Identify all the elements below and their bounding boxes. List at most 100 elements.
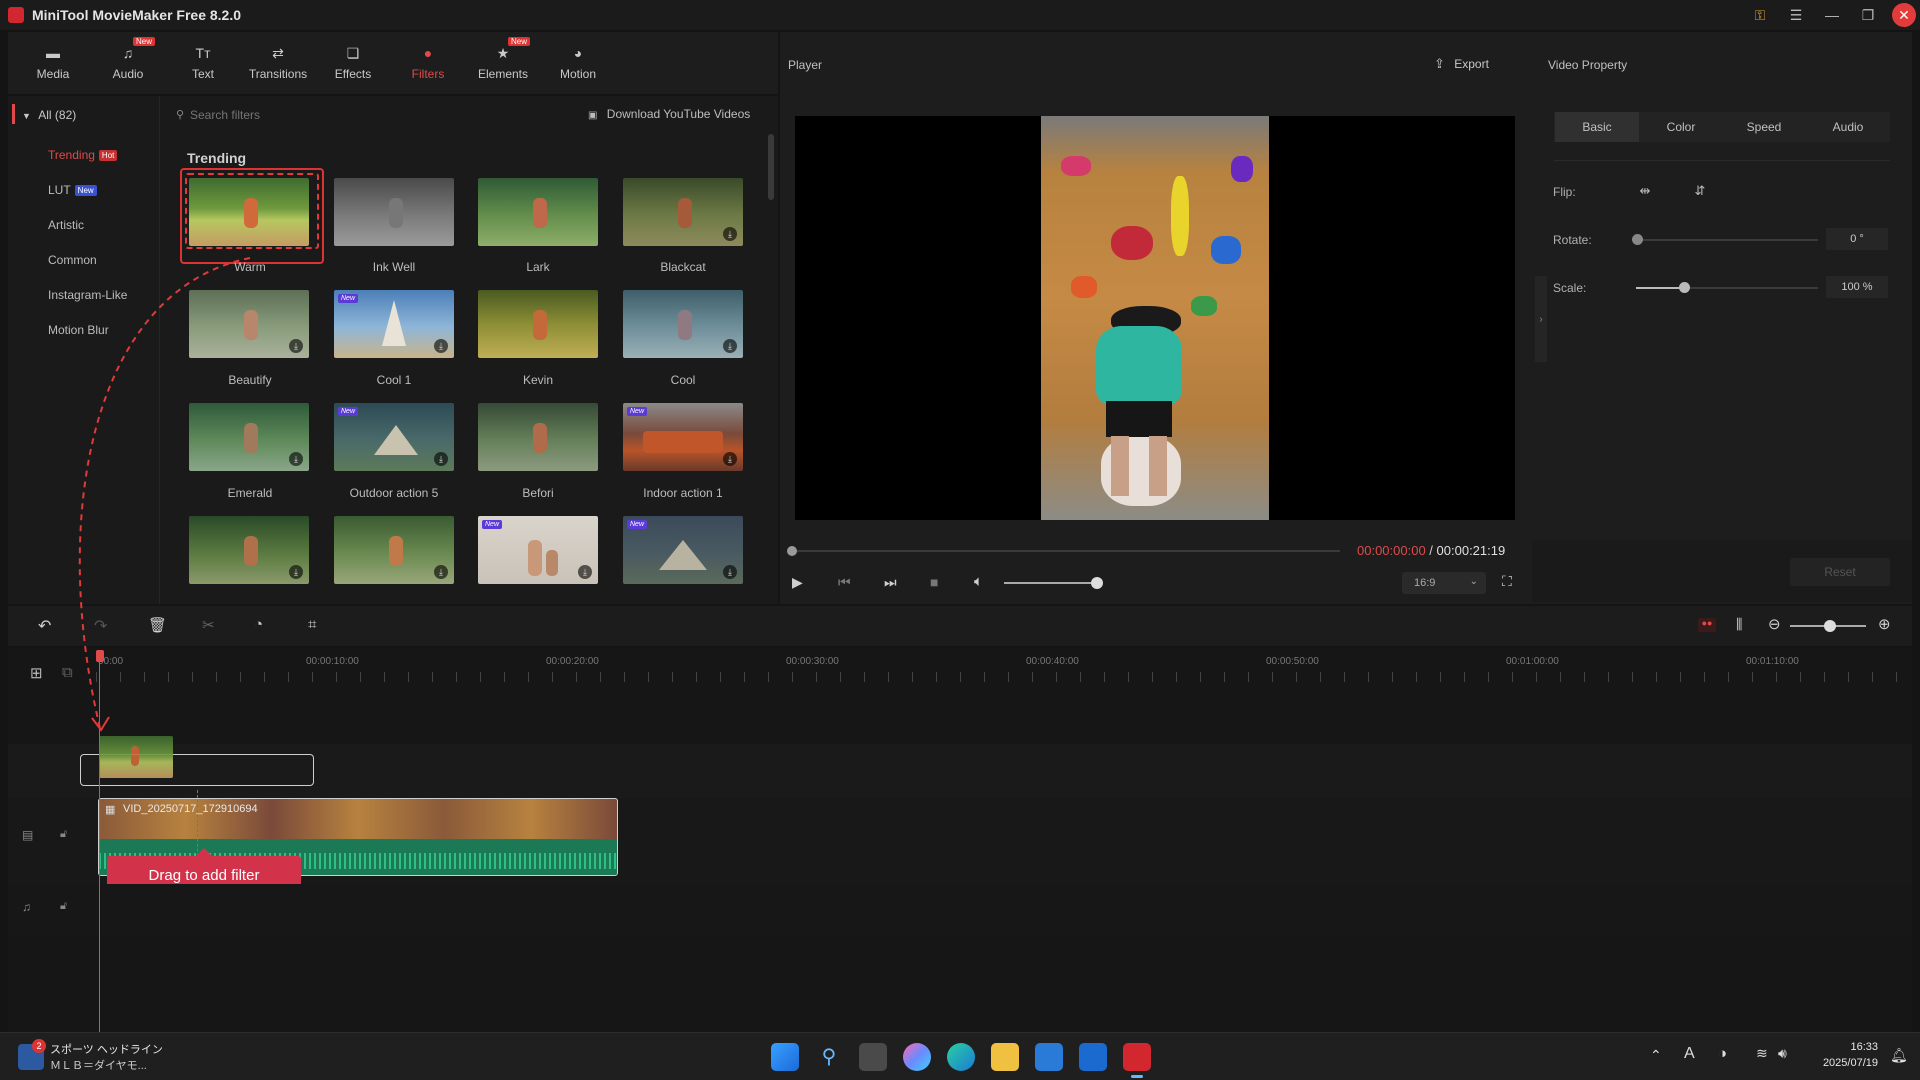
- task-view-icon[interactable]: [859, 1043, 887, 1071]
- tab-speed[interactable]: Speed: [1722, 112, 1806, 142]
- fullscreen-button[interactable]: ⛶: [1502, 573, 1512, 590]
- filter-thumb[interactable]: ⤓: [189, 516, 309, 584]
- rotate-slider[interactable]: [1636, 239, 1818, 241]
- collapse-panel-handle[interactable]: ›: [1535, 276, 1547, 362]
- stop-button[interactable]: ■: [930, 574, 938, 590]
- export-button[interactable]: ⇪ Export: [1434, 56, 1489, 72]
- zoom-handle[interactable]: [1824, 620, 1836, 632]
- input-mode-icon[interactable]: ◑: [1718, 1045, 1727, 1062]
- rotate-input[interactable]: 0 °: [1826, 228, 1888, 250]
- file-explorer-icon[interactable]: [991, 1043, 1019, 1071]
- tab-effects[interactable]: ❏ Effects: [316, 32, 390, 94]
- crop-icon[interactable]: ⌗: [308, 616, 316, 633]
- maximize-button[interactable]: ❐: [1850, 0, 1886, 30]
- tab-text[interactable]: Tт Text: [166, 32, 240, 94]
- play-button[interactable]: ▶: [792, 574, 803, 591]
- tab-basic[interactable]: Basic: [1555, 112, 1639, 142]
- download-icon[interactable]: ⤓: [289, 339, 303, 353]
- tab-audio-property[interactable]: Audio: [1806, 112, 1890, 142]
- filter-thumb-lark[interactable]: [478, 178, 598, 246]
- tab-transitions[interactable]: ⇄ Transitions: [241, 32, 315, 94]
- search-taskbar-icon[interactable]: ⚲: [815, 1043, 843, 1071]
- download-icon[interactable]: ⤓: [434, 565, 448, 579]
- split-icon[interactable]: ✂: [202, 616, 215, 634]
- edge-icon[interactable]: [947, 1043, 975, 1071]
- tab-motion[interactable]: ◕ Motion: [541, 32, 615, 94]
- filter-thumb-outdoor-action-5[interactable]: New ⤓: [334, 403, 454, 471]
- filter-thumb-beautify[interactable]: ⤓: [189, 290, 309, 358]
- clock-date[interactable]: 2025/07/19: [1808, 1057, 1878, 1069]
- category-motion-blur[interactable]: Motion Blur: [48, 323, 109, 337]
- news-subtitle[interactable]: ＭＬＢ＝ダイヤモ...: [50, 1057, 147, 1073]
- download-icon[interactable]: ⤓: [723, 339, 737, 353]
- category-all[interactable]: ▼ All (82): [22, 108, 76, 122]
- minimize-button[interactable]: —: [1814, 0, 1850, 30]
- category-artistic[interactable]: Artistic: [48, 218, 84, 232]
- download-icon[interactable]: ⤓: [289, 565, 303, 579]
- tab-color[interactable]: Color: [1639, 112, 1723, 142]
- redo-icon[interactable]: ↷: [94, 616, 107, 636]
- store-icon[interactable]: [1035, 1043, 1063, 1071]
- tab-audio[interactable]: New ♫ Audio: [91, 32, 165, 94]
- filter-thumb[interactable]: New ⤓: [623, 516, 743, 584]
- lock-icon[interactable]: 🔓︎: [60, 900, 67, 913]
- moviemaker-taskbar-icon[interactable]: [1123, 1043, 1151, 1071]
- notification-icon[interactable]: 🔔︎: [1890, 1047, 1908, 1064]
- tab-media[interactable]: ▬ Media: [16, 32, 90, 94]
- category-trending[interactable]: Trending Hot: [48, 148, 118, 162]
- video-preview[interactable]: [795, 116, 1515, 520]
- filter-thumb-ink-well[interactable]: [334, 178, 454, 246]
- news-title[interactable]: スポーツ ヘッドライン: [50, 1041, 163, 1057]
- filter-thumb-cool-1[interactable]: New ⤓: [334, 290, 454, 358]
- aspect-ratio-select[interactable]: 16:9 ⌄: [1402, 572, 1486, 594]
- volume-handle[interactable]: [1091, 577, 1103, 589]
- speed-icon[interactable]: ◔: [254, 616, 263, 633]
- scale-handle[interactable]: [1679, 282, 1690, 293]
- filter-thumb-warm[interactable]: [189, 178, 309, 246]
- filter-thumb-emerald[interactable]: ⤓: [189, 403, 309, 471]
- menu-icon[interactable]: ☰: [1778, 0, 1814, 30]
- lock-icon[interactable]: 🔓︎: [60, 828, 67, 841]
- copy-track-icon[interactable]: ⧉: [62, 664, 73, 681]
- outlook-icon[interactable]: [1079, 1043, 1107, 1071]
- prev-frame-button[interactable]: ⏮: [838, 574, 851, 591]
- category-instagram-like[interactable]: Instagram-Like: [48, 288, 127, 302]
- next-frame-button[interactable]: ⏭: [884, 574, 897, 591]
- download-icon[interactable]: ⤓: [723, 565, 737, 579]
- flip-vertical-button[interactable]: ⇵: [1689, 180, 1711, 202]
- filter-thumb-indoor-action-1[interactable]: New ⤓: [623, 403, 743, 471]
- category-common[interactable]: Common: [48, 253, 97, 267]
- download-icon[interactable]: ⤓: [289, 452, 303, 466]
- ime-indicator[interactable]: A: [1684, 1045, 1695, 1063]
- key-icon[interactable]: ⚿: [1742, 0, 1778, 30]
- download-icon[interactable]: ⤓: [723, 452, 737, 466]
- chevron-up-icon[interactable]: ⌃: [1650, 1047, 1662, 1064]
- rotate-handle[interactable]: [1632, 234, 1643, 245]
- wifi-icon[interactable]: ≋: [1756, 1045, 1768, 1062]
- start-icon[interactable]: [771, 1043, 799, 1071]
- category-lut[interactable]: LUT New: [48, 183, 97, 197]
- delete-icon[interactable]: 🗑︎: [148, 616, 167, 634]
- download-icon[interactable]: ⤓: [434, 339, 448, 353]
- close-button[interactable]: ✕: [1886, 0, 1920, 30]
- add-track-icon[interactable]: ⊞: [30, 664, 43, 682]
- timeline-area[interactable]: ⊞ ⧉ 00:00 00:00:10:00 00:00:20:00 00:00:…: [8, 648, 1912, 1032]
- clock-time[interactable]: 16:33: [1808, 1041, 1878, 1053]
- time-ruler[interactable]: [96, 672, 1902, 682]
- reset-button[interactable]: Reset: [1790, 558, 1890, 586]
- zoom-out-icon[interactable]: ⊖: [1768, 615, 1781, 633]
- filter-thumb-blackcat[interactable]: ⤓: [623, 178, 743, 246]
- playback-progress-track[interactable]: [792, 550, 1340, 552]
- library-scrollbar[interactable]: [768, 134, 774, 200]
- tab-filters[interactable]: ● Filters: [391, 32, 465, 94]
- flip-horizontal-button[interactable]: ⇹: [1634, 180, 1656, 202]
- copilot-icon[interactable]: [903, 1043, 931, 1071]
- download-icon[interactable]: ⤓: [578, 565, 592, 579]
- snap-toggle-icon[interactable]: ●●: [1698, 618, 1716, 632]
- filter-thumb[interactable]: New ⤓: [478, 516, 598, 584]
- filter-thumb[interactable]: ⤓: [334, 516, 454, 584]
- playhead-handle[interactable]: [96, 650, 104, 662]
- tab-elements[interactable]: New ★ Elements: [466, 32, 540, 94]
- filter-thumb-befori[interactable]: [478, 403, 598, 471]
- search-input[interactable]: [190, 106, 440, 124]
